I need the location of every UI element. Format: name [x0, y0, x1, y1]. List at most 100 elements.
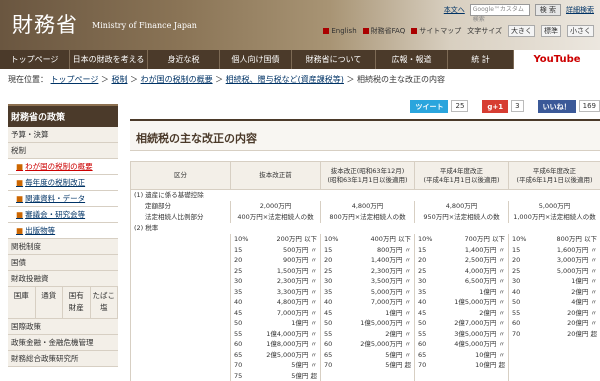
- sidebar-item-treasury[interactable]: 国庫: [8, 287, 36, 318]
- text-size-small-button[interactable]: 小さく: [567, 25, 594, 37]
- column-header: 平成6年度改正 (平成6年1月1日以後適用): [509, 162, 600, 190]
- english-link[interactable]: English: [323, 27, 356, 35]
- bracket-value: 900万円 〃: [283, 256, 317, 265]
- sidebar-subitem-overview[interactable]: ■わが国の税制の概要: [8, 159, 118, 175]
- rate-value: 15: [512, 246, 534, 255]
- table-cell: 1,000万円×法定相続人の数: [509, 212, 600, 223]
- breadcrumb-overview[interactable]: わが国の税制の概要: [141, 75, 213, 84]
- youtube-link[interactable]: YouTube: [514, 50, 600, 69]
- table-row: 551億4,000万円 〃552億円 〃553億5,000万円 〃7020億円 …: [131, 329, 600, 340]
- rate-value: 20: [512, 256, 534, 265]
- breadcrumb-top[interactable]: トップページ: [51, 75, 99, 84]
- bracket-value: 5億円 超: [291, 372, 317, 381]
- rate-cell: 20900万円 〃: [231, 255, 321, 266]
- rate-value: 50: [418, 319, 440, 328]
- rate-cell: 15800万円 〃: [321, 245, 415, 256]
- sidebar-subitem-councils[interactable]: ■審議会・研究会等: [8, 207, 118, 223]
- rate-cell: [321, 371, 415, 381]
- rate-cell: 452億円 〃: [415, 308, 509, 319]
- sidebar-item-jgb[interactable]: 国債: [8, 255, 118, 271]
- sidebar-subitem-publications[interactable]: ■出版物等: [8, 223, 118, 239]
- like-button[interactable]: いいね！: [538, 100, 576, 113]
- nav-finance[interactable]: 日本の財政を考える: [70, 50, 148, 69]
- breadcrumb-asset-tax[interactable]: 相続税、贈与税など(資産課税等): [226, 75, 344, 84]
- table-cell: [131, 329, 231, 340]
- tweet-button[interactable]: ツイート: [410, 100, 448, 113]
- table-cell: 定額部分: [131, 201, 231, 212]
- sitemap-link[interactable]: サイトマップ: [411, 26, 461, 36]
- bracket-value: 4,000万円 〃: [465, 267, 505, 276]
- bracket-value: 2億7,000万円 〃: [454, 319, 505, 328]
- rate-cell: [509, 371, 600, 381]
- rate-value: 45: [418, 309, 440, 318]
- table-row: 755億円 超: [131, 371, 600, 381]
- sidebar-item-filp[interactable]: 財政投融資: [8, 271, 118, 287]
- table-cell: [131, 245, 231, 256]
- sidebar-item-property[interactable]: 国有 財産: [63, 287, 91, 318]
- faq-link[interactable]: 財務省FAQ: [363, 26, 406, 36]
- nav-tax[interactable]: 身近な税: [148, 50, 220, 69]
- table-cell: [131, 276, 231, 287]
- header-links: English 財務省FAQ サイトマップ 文字サイズ 大きく 標準 小さく: [323, 25, 594, 37]
- breadcrumb-tax[interactable]: 税制: [111, 75, 127, 84]
- bracket-value: 800万円 〃: [377, 246, 411, 255]
- bracket-value: 5,000万円 〃: [371, 288, 411, 297]
- rate-cell: 353,300万円 〃: [231, 287, 321, 298]
- table-row: 法定相続人比例部分400万円×法定相続人の数800万円×法定相続人の数950万円…: [131, 212, 600, 223]
- search-button[interactable]: 検 索: [535, 4, 561, 16]
- gplus-button[interactable]: g+1: [482, 100, 508, 113]
- sidebar-item-tax[interactable]: 税制: [8, 143, 118, 159]
- bracket-value: 10億円 超: [475, 361, 505, 370]
- sidebar-item-customs[interactable]: 関税制度: [8, 239, 118, 255]
- table-cell: [131, 350, 231, 361]
- rate-cell: 504億円 〃: [509, 297, 600, 308]
- nav-stats[interactable]: 統 計: [448, 50, 514, 69]
- sidebar-item-currency[interactable]: 通貨: [36, 287, 64, 318]
- site-logo[interactable]: 財務省: [12, 9, 78, 39]
- table-cell: [131, 255, 231, 266]
- skip-to-content-link[interactable]: 本文へ: [444, 5, 465, 15]
- text-size-standard-button[interactable]: 標準: [541, 25, 561, 37]
- rate-value: 55: [234, 330, 256, 339]
- utility-bar: 本文へ Google™カスタム検索 検 索 詳細検索: [444, 4, 594, 16]
- table-cell: [131, 360, 231, 371]
- table-cell: [131, 297, 231, 308]
- sidebar-subitem-data[interactable]: ■関連資料・データ: [8, 191, 118, 207]
- sidebar-item-international[interactable]: 国際政策: [8, 319, 118, 335]
- rate-value: 65: [234, 351, 256, 360]
- bracket-value: 2億5,000万円 〃: [266, 351, 317, 360]
- table-cell: 4,800万円: [415, 201, 509, 212]
- rate-value: 30: [324, 277, 346, 286]
- sidebar-subitem-revisions[interactable]: ■毎年度の税制改正: [8, 175, 118, 191]
- rate-cell: 202,500万円 〃: [415, 255, 509, 266]
- breadcrumb: 現在位置： トップページ ＞ 税制 ＞ わが国の税制の概要 ＞ 相続税、贈与税な…: [0, 69, 600, 91]
- rate-value: 70: [234, 361, 256, 370]
- rate-cell: 601億8,000万円 〃: [231, 339, 321, 350]
- bracket-value: 1,600万円 〃: [557, 246, 597, 255]
- rate-cell: 705億円 〃: [231, 360, 321, 371]
- rate-cell: 301億円 〃: [509, 276, 600, 287]
- bracket-value: 200万円 以下: [277, 235, 317, 244]
- nav-press[interactable]: 広報・報道: [376, 50, 448, 69]
- text-size-big-button[interactable]: 大きく: [508, 25, 535, 37]
- rate-value: 45: [234, 309, 256, 318]
- bracket-value: 1億円 〃: [571, 277, 597, 286]
- sidebar-item-budget[interactable]: 予算・決算: [8, 127, 118, 143]
- rate-cell: 303,500万円 〃: [321, 276, 415, 287]
- sidebar-item-research[interactable]: 財務総合政策研究所: [8, 351, 118, 367]
- nav-bonds[interactable]: 個人向け国債: [220, 50, 292, 69]
- sidebar-item-tobacco[interactable]: たばこ 塩: [91, 287, 119, 318]
- nav-about[interactable]: 財務省について: [292, 50, 376, 69]
- bracket-value: 1億8,000万円 〃: [266, 340, 317, 349]
- nav-top[interactable]: トップページ: [0, 50, 70, 69]
- search-input[interactable]: Google™カスタム検索: [470, 4, 530, 16]
- rate-value: 25: [324, 267, 346, 276]
- table-cell: [131, 371, 231, 381]
- detail-search-link[interactable]: 詳細検索: [566, 5, 594, 15]
- column-header: 平成4年度改正 (平成4年1月1日以後適用): [415, 162, 509, 190]
- sidebar-item-policy-finance[interactable]: 政策金融・金融危機管理: [8, 335, 118, 351]
- bracket-value: 10億円 〃: [475, 351, 505, 360]
- rate-cell: 10%200万円 以下: [231, 234, 321, 245]
- rate-value: 40: [324, 298, 346, 307]
- table-header-row: 区分抜本改正前抜本改正(昭和63年12月) (昭和63年1月1日以後適用)平成4…: [131, 162, 600, 190]
